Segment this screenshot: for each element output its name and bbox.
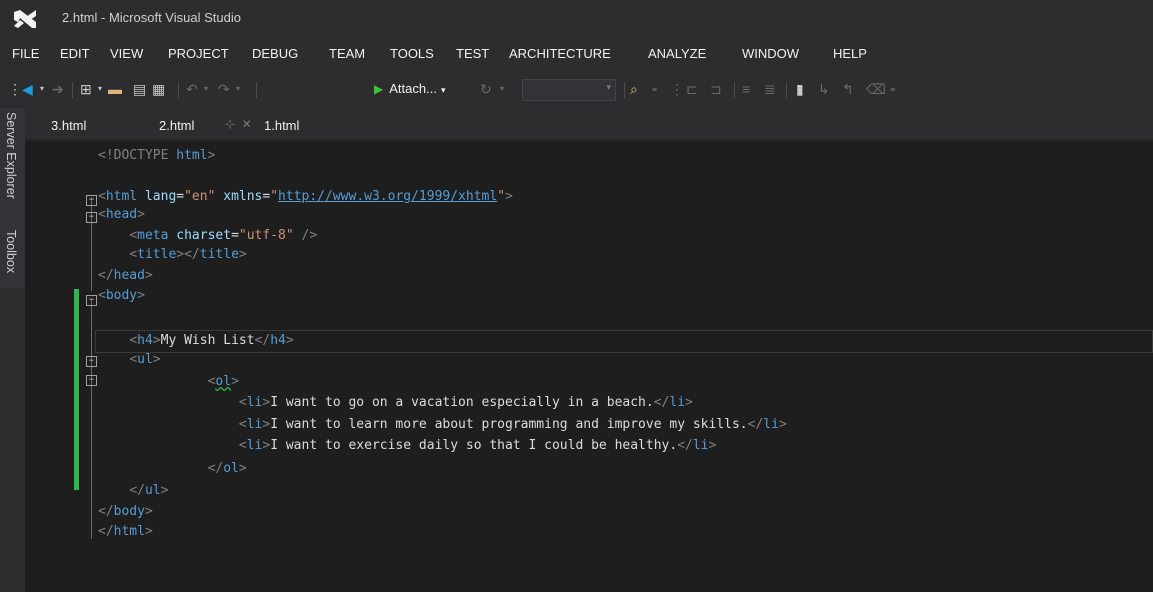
menu-architecture[interactable]: ARCHITECTURE (509, 46, 611, 61)
code-line: </html> (98, 524, 153, 539)
attach-button[interactable]: ▶ Attach... ▾ (374, 78, 445, 100)
code-line: <ul> (129, 352, 161, 367)
pin-icon[interactable]: ⊹ (225, 117, 235, 131)
side-panel: Server Explorer Toolbox (0, 108, 25, 288)
fold-toggle-icon[interactable]: − (86, 375, 97, 386)
solution-config-combo[interactable]: ▾ (522, 79, 616, 101)
menu-tools[interactable]: TOOLS (390, 46, 434, 61)
refresh-icon[interactable]: ↻ (480, 70, 492, 108)
forward-icon[interactable]: ➔ (52, 70, 64, 108)
menu-edit[interactable]: EDIT (60, 46, 90, 61)
overflow-icon[interactable]: ₌ (890, 70, 895, 108)
outdent-icon[interactable]: ≣ (764, 70, 776, 108)
close-icon[interactable]: ✕ (242, 117, 252, 131)
code-line: <title></title> (129, 247, 247, 262)
comment-icon[interactable]: ⊏ (686, 70, 698, 108)
indent-icon[interactable]: ≡ (742, 70, 750, 108)
find-in-files-icon[interactable]: ⌕ (630, 70, 638, 108)
new-project-icon[interactable]: ⊞ (80, 70, 92, 108)
save-all-icon[interactable]: ▦ (152, 70, 165, 108)
menu-file[interactable]: FILE (12, 46, 39, 61)
toolbar: ⋮ ◀ ▾ ➔ ⊞ ▾ ▬ ▤ ▦ ↶ ▾ ↷ ▾ ▶ Attach... ▾ ↻ … (0, 70, 1153, 108)
menu-team[interactable]: TEAM (329, 46, 365, 61)
document-tabs: 3.html 2.html ⊹ ✕ 1.html (25, 114, 1153, 139)
uncomment-icon[interactable]: ⊐ (710, 70, 722, 108)
redo-dropdown-icon[interactable]: ▾ (236, 70, 240, 108)
xmlns-link[interactable]: http://www.w3.org/1999/xhtml (278, 189, 497, 204)
bookmark-icon[interactable]: ▮ (796, 70, 804, 108)
code-line: <!DOCTYPE html> (98, 148, 216, 163)
undo-dropdown-icon[interactable]: ▾ (204, 70, 208, 108)
menu-project[interactable]: PROJECT (168, 46, 229, 61)
code-line: <ol> (207, 374, 239, 389)
title-bar: 2.html - Microsoft Visual Studio (0, 0, 1153, 40)
toolbar-grip-icon: ⋮ (670, 81, 684, 97)
tab-1-html[interactable]: 1.html (264, 118, 299, 133)
window-title: 2.html - Microsoft Visual Studio (62, 10, 241, 25)
code-line: <li>I want to go on a vacation especiall… (238, 395, 693, 410)
prev-bookmark-icon[interactable]: ↰ (842, 70, 854, 108)
menu-view[interactable]: VIEW (110, 46, 143, 61)
refresh-dropdown-icon[interactable]: ▾ (500, 70, 504, 108)
undo-icon[interactable]: ↶ (186, 70, 198, 108)
code-line: </ol> (207, 461, 247, 476)
change-indicator (74, 289, 79, 490)
toolbar-grip-icon: ⋮ (8, 81, 22, 97)
save-icon[interactable]: ▤ (133, 70, 146, 108)
code-line: <body> (98, 288, 145, 303)
new-project-dropdown-icon[interactable]: ▾ (98, 70, 102, 108)
server-explorer-tab[interactable]: Server Explorer (4, 112, 18, 199)
menu-help[interactable]: HELP (833, 46, 867, 61)
overflow-icon[interactable]: ₌ (652, 70, 657, 108)
code-line: </head> (98, 268, 153, 283)
next-bookmark-icon[interactable]: ↳ (818, 70, 830, 108)
menu-analyze[interactable]: ANALYZE (648, 46, 706, 61)
code-line: <head> (98, 207, 145, 222)
code-line: </body> (98, 504, 153, 519)
code-line: <meta charset="utf-8" /> (129, 228, 318, 243)
code-line: <h4>My Wish List</h4> (129, 333, 294, 348)
clear-bookmarks-icon[interactable]: ⌫ (866, 70, 886, 108)
code-line: </ul> (129, 483, 169, 498)
tab-actions: ⊹ ✕ (225, 117, 252, 131)
redo-icon[interactable]: ↷ (218, 70, 230, 108)
code-line: <li>I want to exercise daily so that I c… (238, 438, 717, 453)
open-folder-icon[interactable]: ▬ (108, 70, 122, 108)
fold-toggle-icon[interactable]: − (86, 356, 97, 367)
fold-toggle-icon[interactable]: − (86, 212, 97, 223)
menu-window[interactable]: WINDOW (742, 46, 799, 61)
vs-logo-icon (14, 10, 36, 28)
code-line: <html lang="en" xmlns="http://www.w3.org… (98, 189, 513, 204)
back-icon[interactable]: ◀ (22, 70, 33, 108)
menu-debug[interactable]: DEBUG (252, 46, 298, 61)
fold-toggle-icon[interactable]: − (86, 195, 97, 206)
menu-test[interactable]: TEST (456, 46, 489, 61)
start-icon: ▶ (374, 82, 384, 96)
tab-3-html[interactable]: 3.html (51, 118, 86, 133)
tab-2-html[interactable]: 2.html (159, 118, 194, 133)
code-editor[interactable]: − − − − − <!DOCTYPE html> <html lang="en… (25, 141, 1153, 592)
toolbox-tab[interactable]: Toolbox (4, 230, 18, 273)
menu-bar: FILE EDIT VIEW PROJECT DEBUG TEAM TOOLS … (0, 40, 1153, 70)
editor-margin (25, 141, 72, 592)
code-line: <li>I want to learn more about programmi… (238, 417, 787, 432)
fold-toggle-icon[interactable]: − (86, 295, 97, 306)
back-dropdown-icon[interactable]: ▾ (40, 70, 44, 108)
chevron-down-icon: ▾ (606, 82, 611, 92)
